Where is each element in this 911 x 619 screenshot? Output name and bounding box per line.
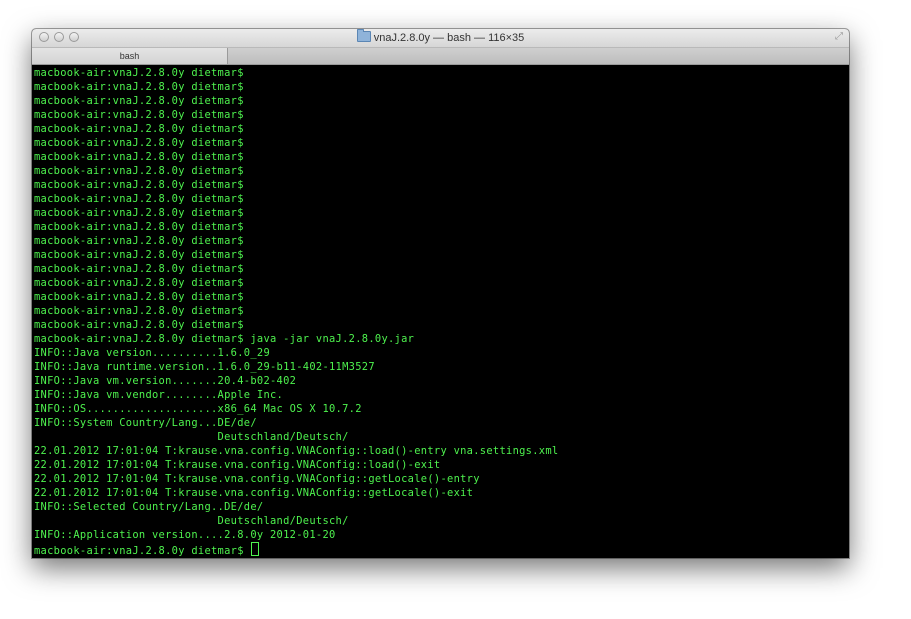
terminal-output[interactable]: macbook-air:vnaJ.2.8.0y dietmar$ macbook-… <box>34 66 847 556</box>
terminal-line: macbook-air:vnaJ.2.8.0y dietmar$ <box>34 291 244 303</box>
terminal-line: INFO::Selected Country/Lang..DE/de/ <box>34 501 264 513</box>
terminal-line: macbook-air:vnaJ.2.8.0y dietmar$ <box>34 235 244 247</box>
terminal-line: 22.01.2012 17:01:04 T:krause.vna.config.… <box>34 487 474 499</box>
terminal-line: macbook-air:vnaJ.2.8.0y dietmar$ <box>34 263 244 275</box>
terminal-line: macbook-air:vnaJ.2.8.0y dietmar$ java -j… <box>34 333 415 345</box>
terminal-line: 22.01.2012 17:01:04 T:krause.vna.config.… <box>34 459 441 471</box>
terminal-line: macbook-air:vnaJ.2.8.0y dietmar$ <box>34 81 244 93</box>
folder-icon <box>356 29 371 42</box>
terminal-line: Deutschland/Deutsch/ <box>34 515 349 527</box>
terminal-line: 22.01.2012 17:01:04 T:krause.vna.config.… <box>34 473 480 485</box>
terminal-line: macbook-air:vnaJ.2.8.0y dietmar$ <box>34 193 244 205</box>
tab-bar: bash <box>32 48 849 65</box>
terminal-line: Deutschland/Deutsch/ <box>34 431 349 443</box>
terminal-line: INFO::Java vm.vendor........Apple Inc. <box>34 389 284 401</box>
text-cursor <box>251 542 260 556</box>
terminal-prompt-line[interactable]: macbook-air:vnaJ.2.8.0y dietmar$ <box>34 542 847 556</box>
terminal-line: macbook-air:vnaJ.2.8.0y dietmar$ <box>34 67 244 79</box>
tab-bash[interactable]: bash <box>32 48 228 64</box>
window-title: vnaJ.2.8.0y — bash — 116×35 <box>373 32 525 44</box>
terminal-prompt: macbook-air:vnaJ.2.8.0y dietmar$ <box>34 545 251 556</box>
terminal-line: macbook-air:vnaJ.2.8.0y dietmar$ <box>34 123 244 135</box>
terminal-line: macbook-air:vnaJ.2.8.0y dietmar$ <box>34 249 244 261</box>
terminal-line: INFO::Java version..........1.6.0_29 <box>34 347 271 359</box>
terminal-line: macbook-air:vnaJ.2.8.0y dietmar$ <box>34 151 244 163</box>
terminal-line: INFO::OS....................x86_64 Mac O… <box>34 403 362 415</box>
terminal-window: vnaJ.2.8.0y — bash — 116×35 ⤢ bash macbo… <box>32 29 849 558</box>
terminal-line: macbook-air:vnaJ.2.8.0y dietmar$ <box>34 137 244 149</box>
terminal-line: macbook-air:vnaJ.2.8.0y dietmar$ <box>34 165 244 177</box>
fullscreen-icon[interactable]: ⤢ <box>834 32 844 42</box>
terminal-line: INFO::System Country/Lang...DE/de/ <box>34 417 257 429</box>
terminal-line: macbook-air:vnaJ.2.8.0y dietmar$ <box>34 179 244 191</box>
terminal-line: INFO::Application version....2.8.0y 2012… <box>34 529 336 541</box>
terminal-line: INFO::Java runtime.version..1.6.0_29-b11… <box>34 361 375 373</box>
terminal-line: macbook-air:vnaJ.2.8.0y dietmar$ <box>34 109 244 121</box>
terminal-line: macbook-air:vnaJ.2.8.0y dietmar$ <box>34 305 244 317</box>
terminal-line: 22.01.2012 17:01:04 T:krause.vna.config.… <box>34 445 559 457</box>
terminal-line: macbook-air:vnaJ.2.8.0y dietmar$ <box>34 221 244 233</box>
terminal-line: macbook-air:vnaJ.2.8.0y dietmar$ <box>34 277 244 289</box>
title-bar[interactable]: vnaJ.2.8.0y — bash — 116×35 ⤢ <box>32 29 849 48</box>
window-title-container: vnaJ.2.8.0y — bash — 116×35 <box>32 29 849 45</box>
terminal-line: INFO::Java vm.version.......20.4-b02-402 <box>34 375 297 387</box>
terminal-line: macbook-air:vnaJ.2.8.0y dietmar$ <box>34 319 244 331</box>
terminal-line: macbook-air:vnaJ.2.8.0y dietmar$ <box>34 207 244 219</box>
terminal-line: macbook-air:vnaJ.2.8.0y dietmar$ <box>34 95 244 107</box>
